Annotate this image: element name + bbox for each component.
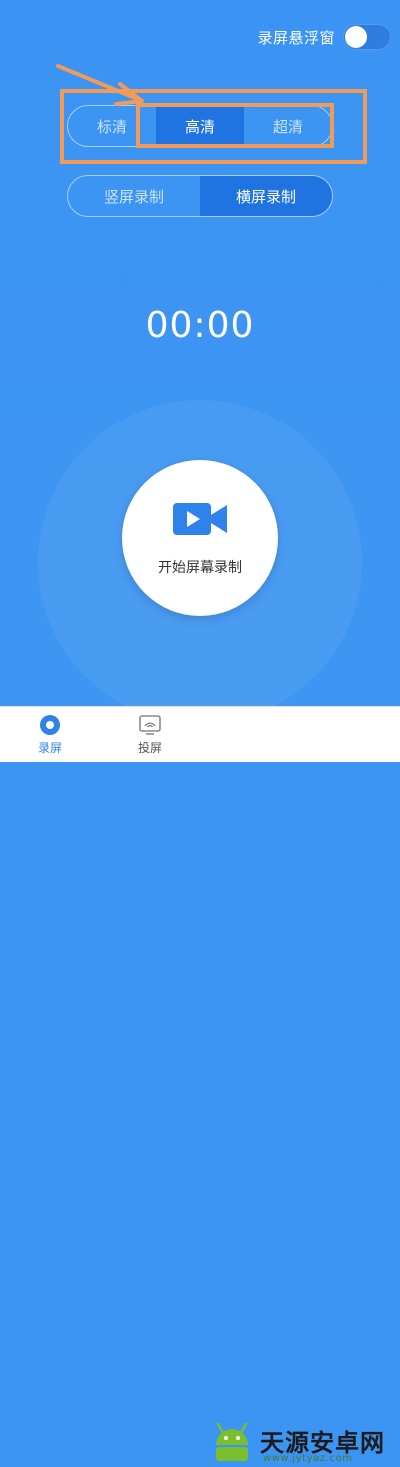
bottom-navigation: 录屏 投屏 天源安卓网 www.jytyaz.com <box>0 706 400 1464</box>
nav-tab-record-label: 录屏 <box>37 740 62 755</box>
android-logo-icon <box>216 1422 248 1461</box>
nav-tab-record[interactable]: 录屏 <box>15 707 85 762</box>
orientation-option-landscape[interactable]: 横屏录制 <box>200 176 332 216</box>
switch-knob <box>345 26 367 48</box>
annotation-box-inner <box>136 103 334 148</box>
orientation-option-portrait[interactable]: 竖屏录制 <box>68 176 200 216</box>
record-screen: 录屏悬浮窗 标清 高清 超清 竖屏录制 横屏录制 00:00 开始屏幕录制 <box>0 0 400 706</box>
watermark: 天源安卓网 www.jytyaz.com <box>208 1419 398 1467</box>
floating-window-toggle-row: 录屏悬浮窗 <box>257 22 391 52</box>
nav-tab-cast[interactable]: 投屏 <box>115 707 185 762</box>
record-icon <box>40 714 60 735</box>
cast-icon <box>139 714 161 735</box>
orientation-selector: 竖屏录制 横屏录制 <box>67 175 333 217</box>
floating-window-label: 录屏悬浮窗 <box>257 28 335 47</box>
nav-tab-cast-label: 投屏 <box>137 740 162 755</box>
start-recording-label: 开始屏幕录制 <box>158 560 242 576</box>
video-camera-icon <box>173 503 227 535</box>
watermark-url: www.jytyaz.com <box>263 1453 353 1464</box>
floating-window-switch[interactable] <box>343 24 391 50</box>
start-recording-button[interactable]: 开始屏幕录制 <box>122 460 278 616</box>
recording-timer: 00:00 <box>145 305 255 346</box>
